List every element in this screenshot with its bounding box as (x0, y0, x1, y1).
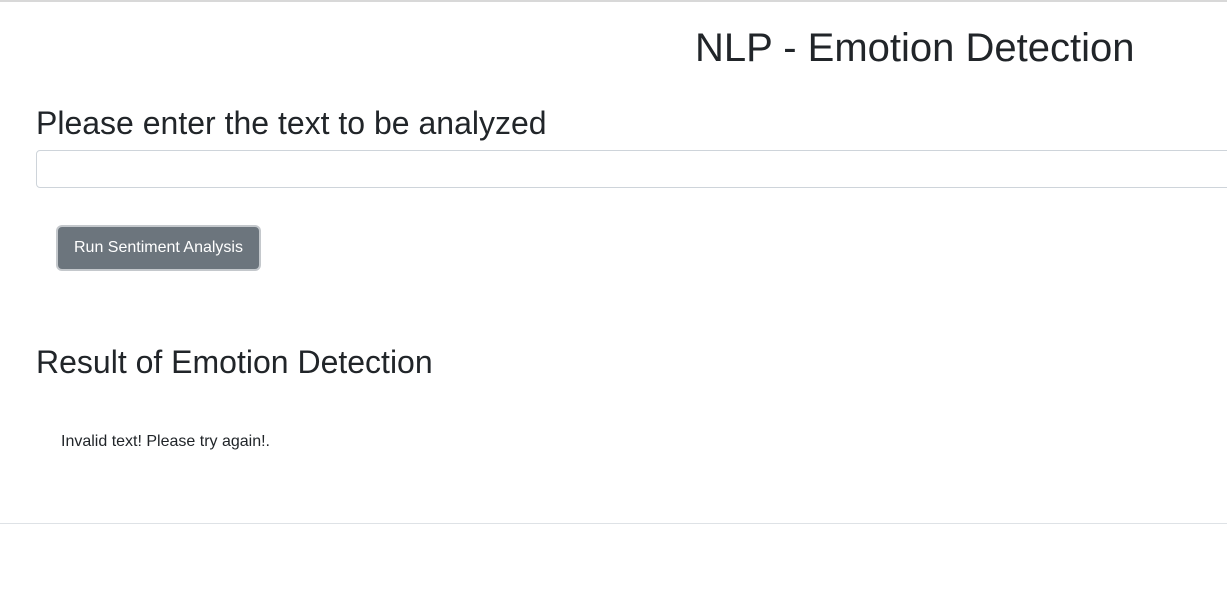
text-to-analyze-input[interactable] (36, 150, 1227, 188)
page: NLP - Emotion Detection Please enter the… (0, 0, 1227, 597)
run-sentiment-analysis-button[interactable]: Run Sentiment Analysis (58, 227, 259, 269)
result-message: Invalid text! Please try again!. (61, 433, 270, 450)
input-prompt-heading: Please enter the text to be analyzed (36, 105, 547, 141)
result-heading: Result of Emotion Detection (36, 344, 433, 380)
page-title: NLP - Emotion Detection (695, 26, 1135, 70)
top-divider (0, 0, 1227, 2)
bottom-divider (0, 523, 1227, 524)
